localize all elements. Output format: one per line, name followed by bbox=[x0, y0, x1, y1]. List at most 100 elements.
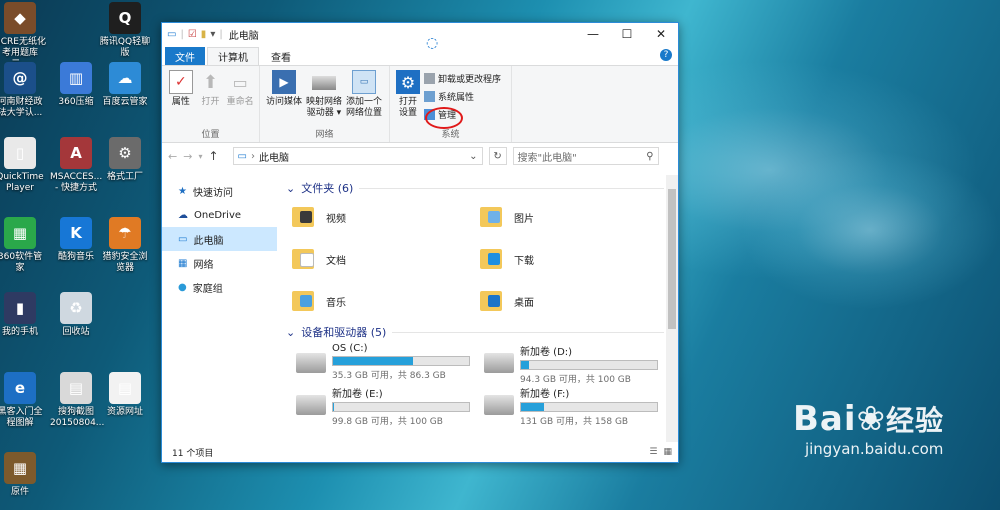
nav-item[interactable]: ▭ 此电脑 bbox=[162, 227, 277, 251]
hard-drive-icon bbox=[296, 353, 326, 373]
highlight-circle bbox=[425, 107, 463, 129]
folders-group-header[interactable]: ⌄ 文件夹 (6) bbox=[286, 177, 678, 199]
desktop-icon[interactable]: ▤ 搜狗截图 20150804... bbox=[50, 372, 105, 429]
paw-icon: ❀ bbox=[856, 399, 886, 439]
up-button[interactable]: ↑ bbox=[208, 149, 218, 163]
rename-icon: ▭ bbox=[232, 72, 248, 92]
drive-free-space: 99.8 GB 可用，共 100 GB bbox=[332, 417, 443, 427]
folder-item[interactable]: 图片 bbox=[480, 199, 668, 235]
app-icon: ▥ bbox=[60, 62, 92, 94]
nav-item-icon: ▦ bbox=[178, 257, 188, 269]
app-icon: K bbox=[60, 217, 92, 249]
app-icon: ▯ bbox=[4, 137, 36, 169]
tab-file[interactable]: 文件 bbox=[165, 47, 205, 65]
app-icon: Q bbox=[109, 2, 141, 34]
desktop-icon[interactable]: ▯ QuickTime Player bbox=[0, 137, 46, 194]
hard-drive-icon bbox=[484, 353, 514, 373]
drive-item[interactable]: 新加卷 (D:) 94.3 GB 可用，共 100 GB bbox=[484, 343, 672, 385]
new-folder-icon[interactable]: ▮ bbox=[201, 29, 207, 40]
minimize-button[interactable]: — bbox=[576, 23, 610, 45]
nav-item[interactable]: ★ 快速访问 bbox=[162, 179, 277, 203]
access-media-button[interactable]: ▶ 访问媒体 bbox=[264, 70, 304, 128]
network-drive-icon bbox=[312, 76, 336, 90]
nav-item-label: 快速访问 bbox=[192, 187, 233, 199]
gear-icon: ⚙ bbox=[396, 70, 420, 94]
desktop-icon[interactable]: @ 河南财经政 法大学认... bbox=[0, 62, 46, 119]
desktop-icon[interactable]: ▦ 360软件管家 bbox=[0, 217, 46, 274]
desktop-icon[interactable]: ▥ 360压缩 bbox=[50, 62, 102, 108]
desktop-icon[interactable]: ▦ 原件 bbox=[0, 452, 46, 498]
scrollbar[interactable] bbox=[666, 175, 678, 442]
large-icons-view-icon[interactable]: ▦ bbox=[663, 447, 672, 457]
scrollbar-thumb[interactable] bbox=[668, 189, 676, 329]
help-icon[interactable]: ? bbox=[660, 49, 672, 61]
folder-item[interactable]: 音乐 bbox=[292, 283, 480, 319]
folders-grid: 视频 图片 文档 下载 音乐 桌面 bbox=[286, 199, 678, 319]
details-view-icon[interactable]: ☰ bbox=[649, 447, 657, 457]
customize-dropdown-icon[interactable]: ▾ bbox=[210, 29, 215, 40]
desktop-icon[interactable]: A MSACCES... - 快捷方式 bbox=[50, 137, 102, 194]
nav-item[interactable]: ● 家庭组 bbox=[162, 275, 277, 299]
desktop-icon[interactable]: Q 腾讯QQ轻聊 版 bbox=[99, 2, 151, 59]
app-icon: ☂ bbox=[109, 217, 141, 249]
desktop-icon[interactable]: ◆NCRE无纸化 考用题库二... bbox=[0, 2, 46, 70]
drive-free-space: 94.3 GB 可用，共 100 GB bbox=[520, 375, 631, 385]
desktop-icon-label: 百度云管家 bbox=[102, 97, 148, 107]
forward-button[interactable]: → bbox=[183, 150, 192, 163]
desktop-icon-label: 搜狗截图 20150804... bbox=[50, 407, 105, 428]
desktop-icon[interactable]: ♻ 回收站 bbox=[50, 292, 102, 338]
desktop-icon[interactable]: ☂ 猎豹安全浏 览器 bbox=[99, 217, 151, 274]
nav-item[interactable]: ☁ OneDrive bbox=[162, 203, 277, 227]
properties-button[interactable]: ✓ 属性 bbox=[166, 70, 196, 128]
hard-drive-icon bbox=[484, 395, 514, 415]
desktop-icon[interactable]: ⚙ 格式工厂 bbox=[99, 137, 151, 183]
recent-locations-button[interactable]: ▾ bbox=[198, 152, 202, 161]
add-network-location-button[interactable]: ▭ 添加一个 网络位置 bbox=[344, 70, 384, 128]
folder-item[interactable]: 下载 bbox=[480, 241, 668, 277]
folder-icon bbox=[292, 205, 316, 229]
uninstall-program-button[interactable]: 卸载或更改程序 bbox=[424, 70, 501, 86]
wave-light-2 bbox=[740, 150, 1000, 310]
desktop-icon[interactable]: ▤ 资源网址 bbox=[99, 372, 151, 418]
folder-item[interactable]: 视频 bbox=[292, 199, 480, 235]
desktop-icon[interactable]: e 黑客入门全 程图解 bbox=[0, 372, 46, 429]
drive-item[interactable]: 新加卷 (E:) 99.8 GB 可用，共 100 GB bbox=[296, 385, 484, 427]
baidu-brand: Bai bbox=[792, 399, 857, 439]
map-network-drive-button[interactable]: 映射网络 驱动器 ▾ bbox=[304, 70, 344, 128]
properties-icon[interactable]: ☑ bbox=[188, 29, 197, 40]
tab-view[interactable]: 查看 bbox=[261, 47, 301, 65]
system-properties-button[interactable]: 系统属性 bbox=[424, 88, 501, 104]
drives-group-header[interactable]: ⌄ 设备和驱动器 (5) bbox=[286, 321, 678, 343]
chevron-down-icon[interactable]: ⌄ bbox=[469, 151, 477, 162]
app-icon: @ bbox=[4, 62, 36, 94]
map-network-drive-label: 映射网络 驱动器 ▾ bbox=[305, 97, 342, 118]
divider bbox=[392, 331, 664, 333]
open-button[interactable]: ⬆ 打开 bbox=[196, 70, 226, 128]
tab-computer[interactable]: 计算机 bbox=[207, 47, 259, 65]
refresh-button[interactable]: ↻ bbox=[488, 147, 507, 165]
breadcrumb-this-pc[interactable]: 此电脑 bbox=[259, 149, 289, 164]
open-settings-button[interactable]: ⚙ 打开 设置 bbox=[394, 70, 422, 128]
desktop-icon[interactable]: K 酷狗音乐 bbox=[50, 217, 102, 263]
separator: | bbox=[219, 28, 223, 40]
desktop-icon[interactable]: ▮ 我的手机 bbox=[0, 292, 46, 338]
folder-item[interactable]: 桌面 bbox=[480, 283, 668, 319]
busy-cursor-icon: ◌ bbox=[426, 35, 439, 51]
close-button[interactable]: ✕ bbox=[644, 23, 678, 45]
folder-item[interactable]: 文档 bbox=[292, 241, 480, 277]
desktop-icon[interactable]: ☁ 百度云管家 bbox=[99, 62, 151, 108]
drive-item[interactable]: OS (C:) 35.3 GB 可用，共 86.3 GB bbox=[296, 343, 484, 381]
back-button[interactable]: ← bbox=[168, 150, 177, 163]
maximize-button[interactable]: ☐ bbox=[610, 23, 644, 45]
rename-button[interactable]: ▭ 重命名 bbox=[225, 70, 255, 128]
desktop-icon-label: 猎豹安全浏 览器 bbox=[102, 252, 148, 273]
address-bar[interactable]: ▭ › 此电脑 ⌄ bbox=[232, 147, 483, 165]
folder-label: 桌面 bbox=[514, 297, 534, 309]
ribbon-spacer bbox=[512, 66, 678, 142]
checklist-icon: ✓ bbox=[168, 70, 193, 94]
desktop-icon-label: MSACCES... - 快捷方式 bbox=[50, 172, 103, 193]
nav-item[interactable]: ▦ 网络 bbox=[162, 251, 277, 275]
divider bbox=[359, 187, 664, 189]
search-input[interactable]: 搜索"此电脑" ⚲ bbox=[512, 147, 659, 165]
drive-item[interactable]: 新加卷 (F:) 131 GB 可用，共 158 GB bbox=[484, 385, 672, 427]
